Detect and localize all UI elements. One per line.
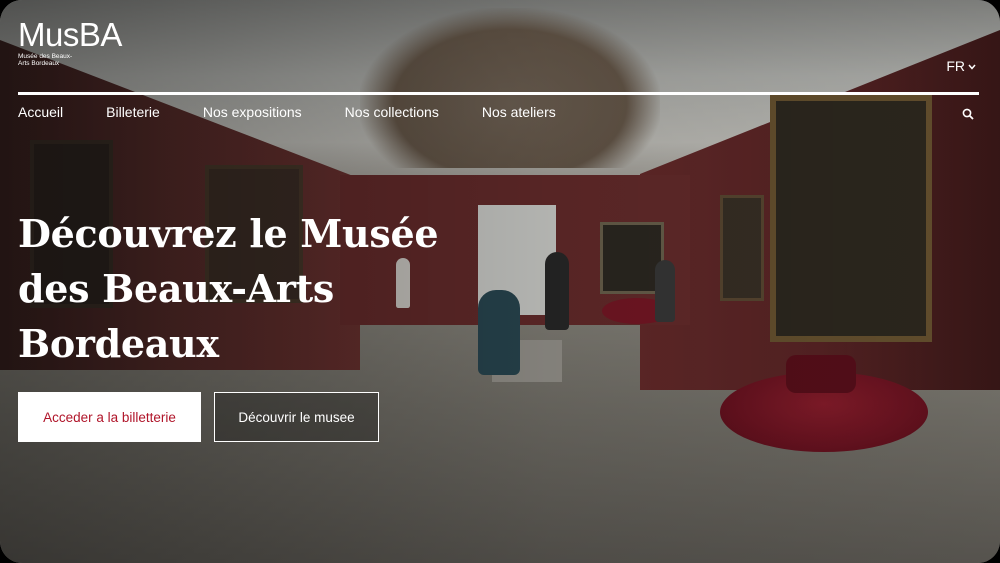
nav-item-ateliers[interactable]: Nos ateliers <box>482 104 556 120</box>
header-divider <box>18 92 979 95</box>
main-nav: Accueil Billeterie Nos expositions Nos c… <box>18 104 556 120</box>
chevron-down-icon <box>968 62 976 72</box>
hero-title: Découvrez le Musée des Beaux-Arts Bordea… <box>18 211 439 366</box>
language-selected: FR <box>946 58 965 74</box>
nav-item-billeterie[interactable]: Billeterie <box>106 104 160 120</box>
nav-item-expositions[interactable]: Nos expositions <box>203 104 302 120</box>
ticketing-button[interactable]: Acceder a la billetterie <box>18 392 201 442</box>
language-selector[interactable]: FR <box>946 58 976 74</box>
nav-item-accueil[interactable]: Accueil <box>18 104 63 120</box>
logo-wordmark: MusBA <box>18 16 122 53</box>
page-frame: MusBA Musée des Beaux-Arts Bordeaux FR A… <box>0 0 1000 563</box>
logo-subtitle: Musée des Beaux-Arts Bordeaux <box>18 53 73 67</box>
search-icon[interactable] <box>962 107 974 120</box>
discover-museum-button[interactable]: Découvrir le musee <box>214 392 379 442</box>
nav-item-collections[interactable]: Nos collections <box>345 104 439 120</box>
logo[interactable]: MusBA Musée des Beaux-Arts Bordeaux <box>18 18 122 67</box>
